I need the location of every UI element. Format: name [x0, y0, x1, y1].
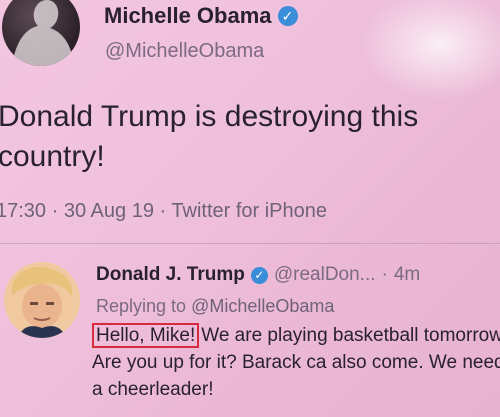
meta-separator: · [51, 200, 59, 222]
reply-header: Donald J. Trump ✓ @realDon... · 4m [96, 264, 420, 286]
tweet-source[interactable]: Twitter for iPhone [171, 200, 327, 222]
meta-separator: · [159, 200, 167, 222]
replying-to: Replying to @MichelleObama [96, 296, 334, 317]
reply-author-name[interactable]: Donald J. Trump [96, 264, 245, 286]
michelle-obama-avatar[interactable] [2, 0, 80, 66]
tweet-date[interactable]: 30 Aug 19 [64, 200, 154, 222]
replying-prefix: Replying to [96, 296, 187, 316]
tweet-author-handle[interactable]: @MichelleObama [105, 40, 264, 63]
tweet-text: Donald Trump is destroying this country! [0, 100, 419, 173]
tweet-author-name[interactable]: Michelle Obama [104, 3, 272, 29]
tweet-time[interactable]: 17:30 [0, 200, 46, 222]
highlighted-greeting: Hello, Mike! [92, 323, 200, 348]
divider [0, 243, 500, 244]
replying-mention-link[interactable]: @MichelleObama [191, 296, 334, 316]
tweet-author[interactable]: Michelle Obama ✓ [104, 3, 298, 29]
reply-text: Hello, Mike! We are playing basketball to… [92, 322, 500, 403]
tweet-meta: 17:30 · 30 Aug 19 · Twitter for iPhone [0, 200, 327, 223]
verified-check-icon: ✓ [250, 266, 268, 284]
screen-glare [360, 0, 500, 100]
verified-check-icon: ✓ [277, 6, 298, 26]
donald-trump-avatar[interactable] [4, 262, 80, 338]
reply-author-handle[interactable]: @realDon... [274, 264, 376, 286]
reply-time[interactable]: 4m [394, 264, 420, 286]
meta-separator: · [381, 264, 388, 285]
